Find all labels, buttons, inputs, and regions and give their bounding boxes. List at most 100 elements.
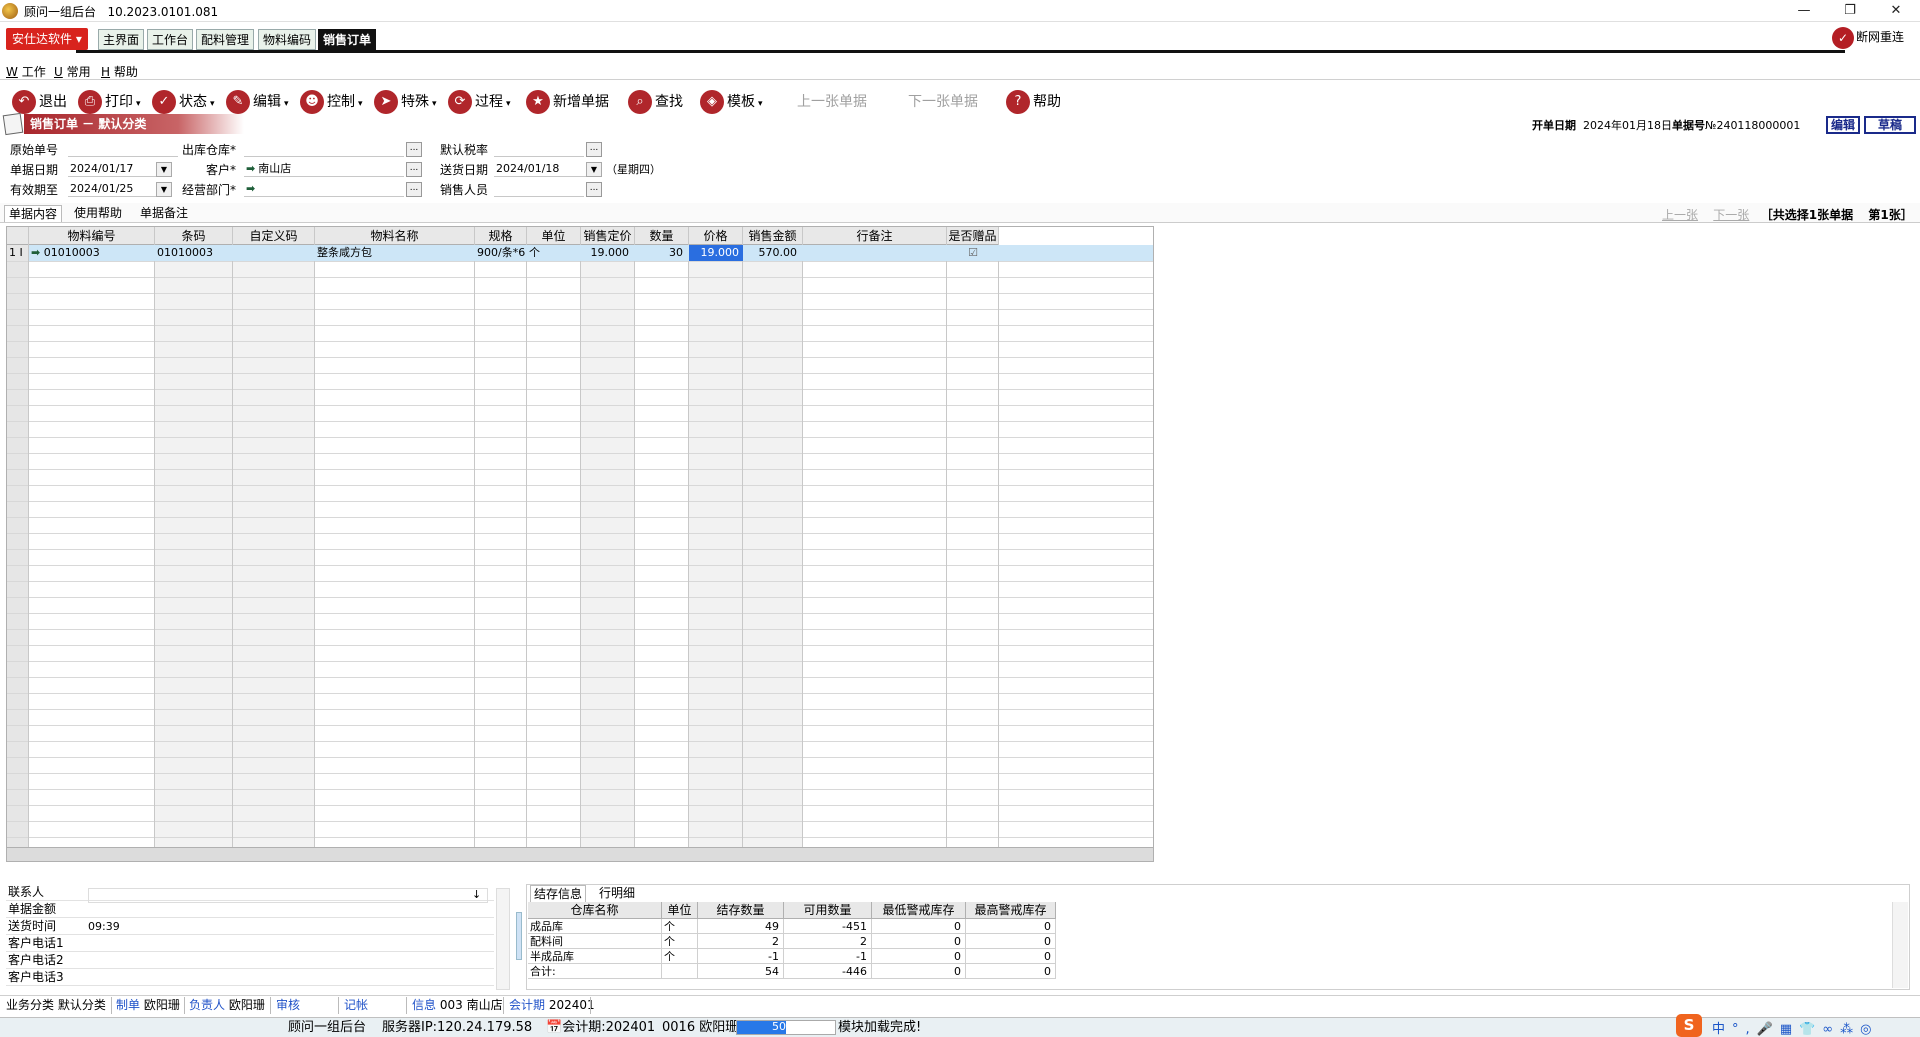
line-items-grid[interactable]: 物料编号 条码 自定义码 物料名称 规格 单位 销售定价 数量 价格 销售金额 行备注 是否赠品 1 Ⅰ…	[6, 226, 1154, 862]
close-icon[interactable]: ✕	[1876, 1, 1916, 21]
template-button[interactable]: ◈ 模板 ▾	[700, 89, 763, 115]
tab-main[interactable]: 主界面	[98, 29, 145, 50]
next-doc-button[interactable]: 下一张单据	[908, 89, 978, 115]
menu-work[interactable]: W 工作	[6, 63, 46, 80]
stock-column-header[interactable]: 结存数量	[698, 902, 784, 919]
brand-menu-button[interactable]: 安仕达软件 ▾	[6, 28, 88, 50]
status-button[interactable]: ✓ 状态 ▾	[152, 89, 215, 115]
cell-qty[interactable]: 30	[637, 245, 687, 261]
reconnect-button[interactable]: ✓ 断网重连	[1832, 25, 1904, 49]
download-icon[interactable]: ↓	[472, 888, 481, 901]
stock-column-header[interactable]: 最高警戒库存	[966, 902, 1056, 919]
help-button[interactable]: ? 帮助	[1006, 89, 1061, 115]
doc-date-dropdown[interactable]: ▼	[156, 162, 172, 177]
tab-doc-notes[interactable]: 单据备注	[136, 205, 192, 222]
column-line	[232, 227, 233, 847]
column-header[interactable]: 条码	[155, 227, 233, 245]
dept-lookup-button[interactable]: ...	[406, 182, 422, 197]
print-button[interactable]: ⎙ 打印 ▾	[78, 89, 141, 115]
arrow-right-icon: ➡	[246, 162, 256, 175]
cell-code[interactable]: ➡ 01010003	[31, 245, 153, 261]
tab-material-code[interactable]: 物料编码	[258, 29, 317, 50]
dept-label: 经营部门*	[182, 183, 237, 197]
contact-field[interactable]	[88, 888, 488, 903]
column-header[interactable]: 行备注	[803, 227, 947, 245]
find-button[interactable]: ⌕ 查找	[628, 89, 683, 115]
edit-button[interactable]: ✎ 编辑 ▾	[226, 89, 289, 115]
column-header[interactable]: 物料编号	[29, 227, 155, 245]
delivery-date-dropdown[interactable]: ▼	[586, 162, 602, 177]
tab-doc-content[interactable]: 单据内容	[4, 205, 63, 222]
menu-help[interactable]: H 帮助	[101, 63, 138, 80]
orig-no-field[interactable]	[68, 141, 178, 157]
column-header[interactable]: 销售金额	[743, 227, 803, 245]
salesman-lookup-button[interactable]: ...	[586, 182, 602, 197]
status-message: 模块加载完成!	[838, 1020, 922, 1035]
edit-mode-badge[interactable]: 编辑	[1826, 116, 1860, 134]
salesman-field[interactable]	[494, 181, 584, 197]
info-scrollbar[interactable]	[496, 888, 510, 990]
special-button[interactable]: ➤ 特殊 ▾	[374, 89, 437, 115]
cell-barcode[interactable]: 01010003	[157, 245, 231, 261]
column-header[interactable]: 是否赠品	[947, 227, 999, 245]
cell-unit[interactable]: 个	[529, 245, 579, 261]
customer-lookup-button[interactable]: ...	[406, 162, 422, 177]
send-icon: ➤	[374, 90, 398, 114]
ime-logo-icon[interactable]: S	[1676, 1014, 1702, 1037]
cell-amount[interactable]: 570.00	[745, 245, 801, 261]
cell-gift[interactable]: ☑	[949, 245, 997, 261]
exit-button[interactable]: ↶ 退出	[12, 89, 67, 115]
minimize-icon[interactable]: —	[1784, 1, 1824, 21]
menu-common[interactable]: U 常用	[54, 63, 91, 80]
tab-workbench[interactable]: 工作台	[147, 29, 194, 50]
column-header[interactable]: 自定义码	[233, 227, 315, 245]
valid-date-dropdown[interactable]: ▼	[156, 182, 172, 197]
column-header[interactable]: 销售定价	[581, 227, 635, 245]
cell-list_price[interactable]: 19.000	[583, 245, 633, 261]
tax-field[interactable]	[494, 141, 584, 157]
tab-stock-info[interactable]: 结存信息	[530, 885, 587, 902]
stock-column-header[interactable]: 最低警戒库存	[872, 902, 966, 919]
tab-sales-order[interactable]: 销售订单	[318, 29, 377, 50]
column-line	[946, 227, 947, 847]
warehouse-field[interactable]	[244, 141, 404, 157]
dept-field[interactable]: ➡	[244, 181, 404, 197]
delivery-date-field[interactable]: 2024/01/18	[494, 161, 586, 177]
tax-lookup-button[interactable]: ...	[586, 142, 602, 157]
pager-next[interactable]: 下一张	[1713, 208, 1749, 222]
tab-line-detail[interactable]: 行明细	[596, 885, 638, 902]
customer-field[interactable]: ➡ 南山店	[244, 161, 404, 177]
stock-column-header[interactable]: 可用数量	[784, 902, 872, 919]
new-doc-button[interactable]: ★ 新增单据	[526, 89, 609, 115]
stock-column-header[interactable]: 仓库名称	[528, 902, 662, 919]
cell-name[interactable]: 整条咸方包	[317, 245, 473, 261]
splitter-handle[interactable]	[516, 912, 522, 960]
column-header[interactable]: 价格	[689, 227, 743, 245]
divider	[338, 997, 339, 1014]
tab-material-mgmt[interactable]: 配料管理	[196, 29, 255, 50]
control-button[interactable]: ☻ 控制 ▾	[300, 89, 363, 115]
process-button[interactable]: ⟳ 过程 ▾	[448, 89, 511, 115]
column-header[interactable]: 物料名称	[315, 227, 475, 245]
warehouse-lookup-button[interactable]: ...	[406, 142, 422, 157]
status-server: 服务器IP:120.24.179.58	[382, 1020, 533, 1035]
column-header[interactable]: 数量	[635, 227, 689, 245]
column-header[interactable]: 规格	[475, 227, 527, 245]
column-line	[28, 227, 29, 847]
cell-spec[interactable]: 900/条*6粒	[477, 245, 525, 261]
cell-remark[interactable]	[805, 245, 945, 261]
pager-prev[interactable]: 上一张	[1662, 208, 1698, 222]
column-header[interactable]: 单位	[527, 227, 581, 245]
cell-custom[interactable]	[235, 245, 313, 261]
info-value[interactable]: 09:39	[88, 918, 120, 935]
customer-label: 客户*	[206, 163, 237, 177]
restore-icon[interactable]: ❐	[1830, 1, 1870, 21]
draft-badge[interactable]: 草稿	[1864, 116, 1916, 134]
stock-scrollbar[interactable]	[1892, 902, 1908, 988]
star-icon: ★	[526, 90, 550, 114]
cell-price[interactable]: 19.000	[689, 245, 743, 261]
tab-usage-help[interactable]: 使用帮助	[70, 205, 126, 222]
ime-toolbar[interactable]: 中°,🎤▦👕∞⁂◎	[1712, 1018, 1878, 1037]
stock-column-header[interactable]: 单位	[662, 902, 698, 919]
prev-doc-button[interactable]: 上一张单据	[797, 89, 867, 115]
